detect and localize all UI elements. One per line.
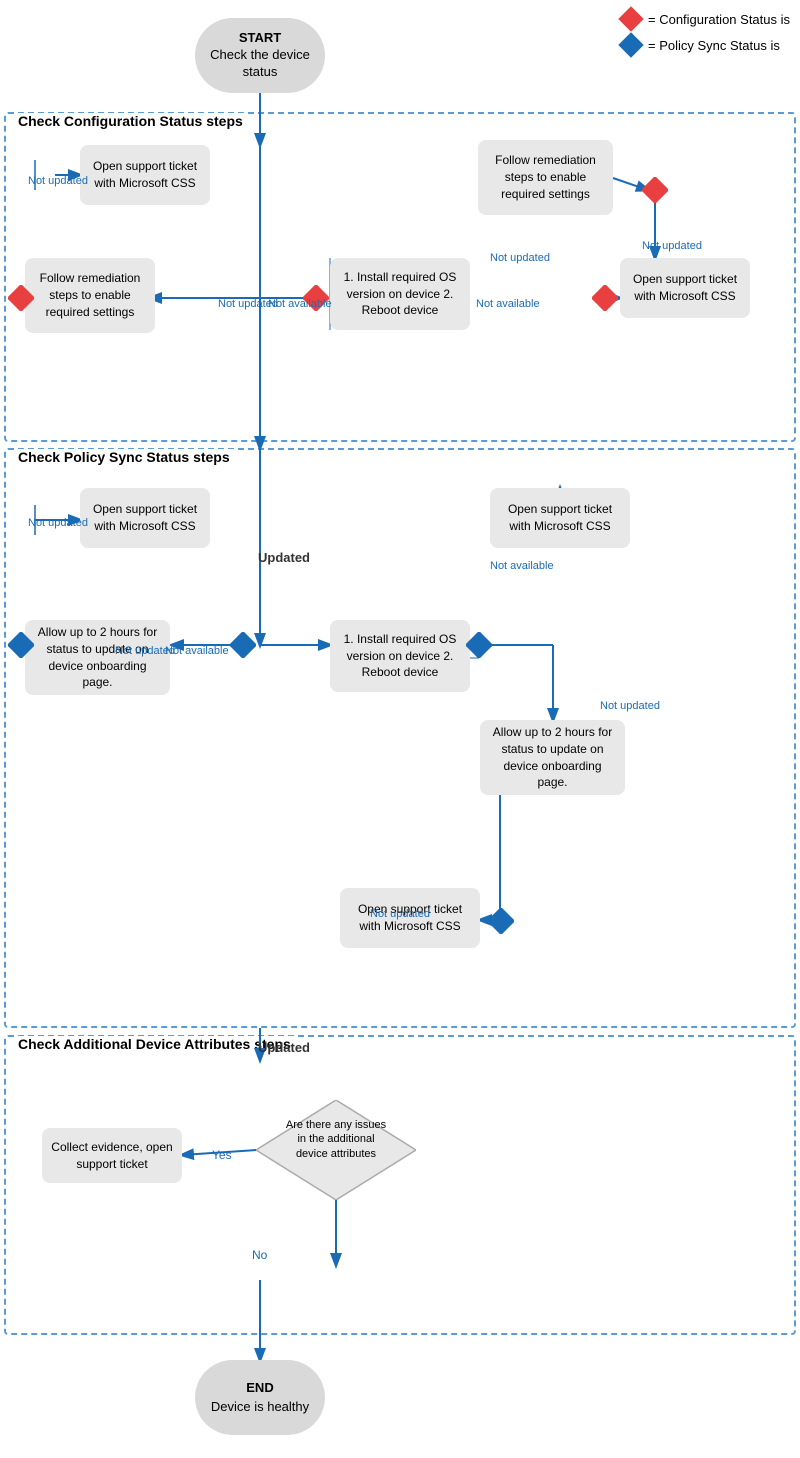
label-not-available-config-2: Not available [476,298,540,310]
policy-section-title: Check Policy Sync Status steps [14,449,234,465]
config-section-title: Check Configuration Status steps [14,113,247,129]
config-follow-remediation-left: Follow remediation steps to enable requi… [25,258,155,333]
label-not-updated-config-4: Not updated [642,240,702,252]
label-updated-policy-1: Updated [258,550,310,565]
policy-diamond-left [8,632,34,658]
policy-legend-label: = Policy Sync Status is [648,38,780,53]
config-diamond-icon [618,6,643,31]
label-not-updated-config-3: Not updated [490,252,550,264]
start-node: START Check the device status [195,18,325,93]
label-not-updated-policy-3: Not updated [600,700,660,712]
diagram-container: = Configuration Status is = Policy Sync … [0,0,800,1458]
policy-diamond-center [230,632,256,658]
policy-open-support-top-right: Open support ticket with Microsoft CSS [490,488,630,548]
additional-diamond-node: Are there any issues in the additional d… [256,1100,416,1200]
config-open-support-right: Open support ticket with Microsoft CSS [620,258,750,318]
policy-diamond-icon [618,32,643,57]
legend: = Configuration Status is = Policy Sync … [622,10,790,54]
label-not-updated-policy-4: Not updated [370,908,430,920]
end-line1: END [211,1379,309,1397]
label-not-updated-config-1: Not updated [28,175,88,187]
config-diamond-right [592,285,618,311]
additional-section-title: Check Additional Device Attributes steps [14,1036,295,1052]
legend-config: = Configuration Status is [622,10,790,28]
config-open-support-top: Open support ticket with Microsoft CSS [80,145,210,205]
label-updated-additional: Updated [258,1040,310,1055]
config-diamond-left [8,285,34,311]
config-legend-label: = Configuration Status is [648,12,790,27]
policy-diamond-bottom-right [488,908,514,934]
config-follow-remediation-top: Follow remediation steps to enable requi… [478,140,613,215]
additional-collect: Collect evidence, open support ticket [42,1128,182,1183]
end-node: END Device is healthy [195,1360,325,1435]
label-not-available-policy-2: Not available [490,560,554,572]
end-line2: Device is healthy [211,1398,309,1416]
start-line2: Check the device status [195,47,325,81]
label-yes: Yes [212,1148,232,1162]
policy-allow-2hrs: Allow up to 2 hours for status to update… [25,620,170,695]
label-no: No [252,1248,267,1262]
legend-policy: = Policy Sync Status is [622,36,790,54]
config-install-os: 1. Install required OS version on device… [330,258,470,330]
label-not-available-config-1: Not available [268,298,332,310]
additional-diamond-text: Are there any issues in the additional d… [281,1118,391,1161]
label-not-available-policy-1: Not available [165,645,229,657]
config-diamond-top-right [642,177,668,203]
start-line1: START [195,30,325,47]
policy-open-support-top-left: Open support ticket with Microsoft CSS [80,488,210,548]
label-not-updated-policy-1: Not updated [28,517,88,529]
policy-install-os: 1. Install required OS version on device… [330,620,470,692]
policy-diamond-right [466,632,492,658]
policy-allow-2hrs-right: Allow up to 2 hours for status to update… [480,720,625,795]
